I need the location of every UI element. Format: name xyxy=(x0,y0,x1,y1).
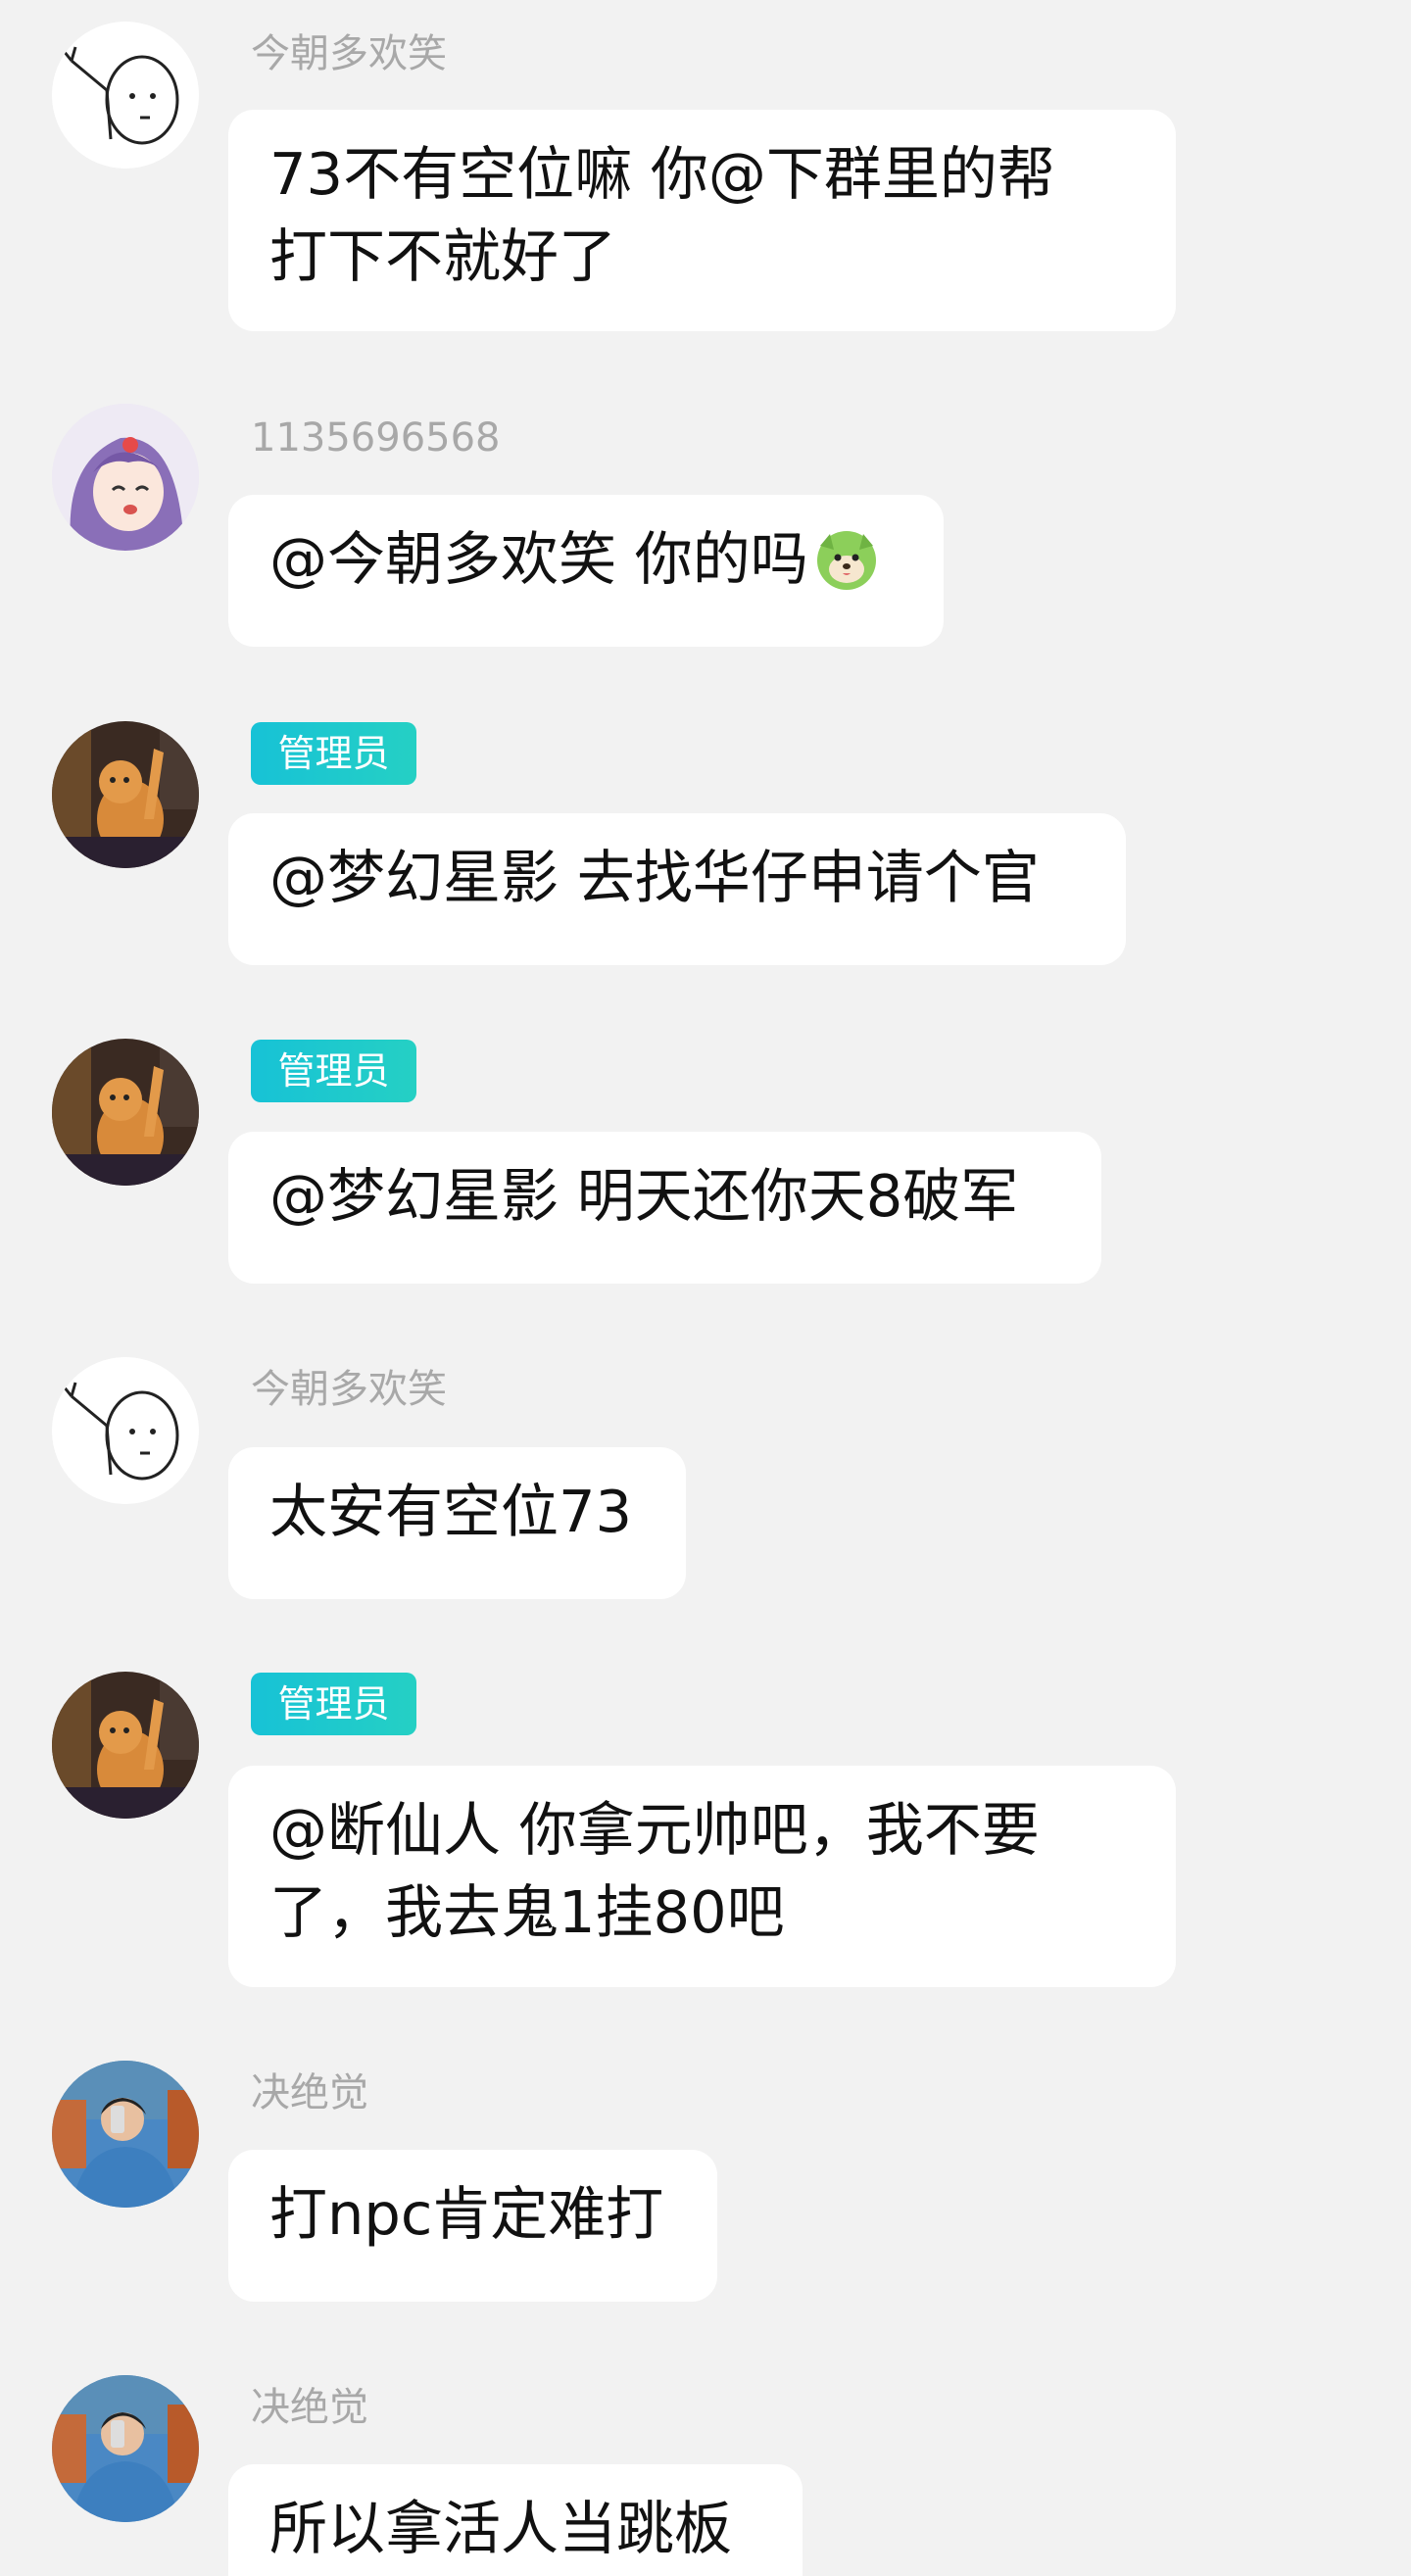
person-selfie-avatar-icon[interactable] xyxy=(52,2061,199,2208)
message-bubble[interactable]: @今朝多欢笑 你的吗 xyxy=(228,495,944,647)
message-text: 73不有空位嘛 你@下群里的帮 xyxy=(269,140,1055,208)
message-bubble[interactable]: 太安有空位73 xyxy=(228,1447,686,1599)
green-dog-emoji-icon xyxy=(816,531,876,590)
doodle-avatar-icon[interactable] xyxy=(52,1357,199,1504)
cat-avatar-icon[interactable] xyxy=(52,1672,199,1819)
message-bubble[interactable]: 73不有空位嘛 你@下群里的帮 打下不就好了 xyxy=(228,110,1176,331)
cat-avatar-icon[interactable] xyxy=(52,721,199,868)
cat-avatar-icon[interactable] xyxy=(52,1039,199,1186)
message-bubble[interactable]: 打npc肯定难打 xyxy=(228,2150,717,2302)
message-text: @断仙人 你拿元帅吧，我不要 xyxy=(269,1796,1040,1864)
message-text: 打npc肯定难打 xyxy=(269,2180,664,2248)
message-text: @梦幻星影 去找华仔申请个官 xyxy=(269,844,1040,911)
sender-name: 1135696568 xyxy=(251,415,501,461)
message-bubble[interactable]: @梦幻星影 去找华仔申请个官 xyxy=(228,813,1126,965)
message-bubble[interactable]: @断仙人 你拿元帅吧，我不要 了，我去鬼1挂80吧 xyxy=(228,1766,1176,1987)
admin-badge: 管理员 xyxy=(251,722,416,785)
doodle-avatar-icon[interactable] xyxy=(52,22,199,169)
message-text: @梦幻星影 明天还你天8破军 xyxy=(269,1162,1019,1230)
sender-name: 今朝多欢笑 xyxy=(251,1367,447,1412)
message-bubble[interactable]: @梦幻星影 明天还你天8破军 xyxy=(228,1132,1101,1284)
message-text: 了，我去鬼1挂80吧 xyxy=(269,1878,785,1946)
sender-name: 今朝多欢笑 xyxy=(251,31,447,76)
message-text: 打下不就好了 xyxy=(269,222,617,290)
person-selfie-avatar-icon[interactable] xyxy=(52,2375,199,2522)
admin-badge: 管理员 xyxy=(251,1040,416,1102)
message-text: @今朝多欢笑 你的吗 xyxy=(269,525,808,593)
admin-badge: 管理员 xyxy=(251,1673,416,1735)
message-bubble[interactable]: 所以拿活人当跳板 xyxy=(228,2464,803,2576)
sender-name: 决绝觉 xyxy=(251,2385,368,2430)
anime-girl-avatar-icon[interactable] xyxy=(52,404,199,551)
message-text: 所以拿活人当跳板 xyxy=(269,2495,733,2562)
message-text: 太安有空位73 xyxy=(269,1478,633,1545)
sender-name: 决绝觉 xyxy=(251,2070,368,2115)
